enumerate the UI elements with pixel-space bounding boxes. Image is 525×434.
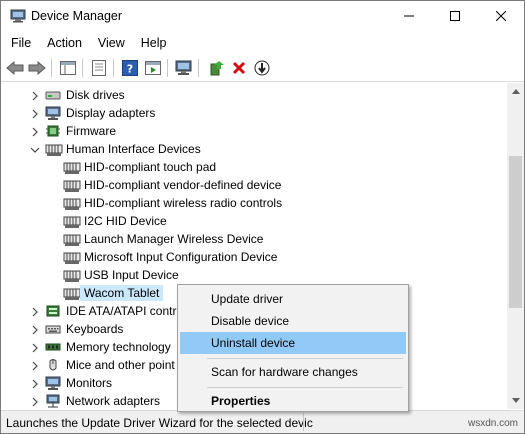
chevron-right-icon[interactable]	[30, 342, 40, 353]
scroll-down-icon[interactable]	[507, 392, 524, 409]
chevron-right-icon[interactable]	[30, 378, 40, 389]
ctx-properties[interactable]: Properties	[180, 390, 406, 412]
hid-icon	[45, 141, 63, 157]
tree-item-display-adapters[interactable]: Display adapters	[1, 104, 507, 122]
hid-icon	[63, 285, 81, 301]
action-pane-icon[interactable]	[143, 58, 163, 78]
hid-icon	[63, 231, 81, 247]
tree-item-label: HID-compliant touch pad	[84, 160, 217, 174]
menu-file[interactable]: File	[1, 33, 39, 53]
vertical-scrollbar[interactable]	[507, 83, 524, 409]
chevron-right-icon[interactable]	[30, 126, 40, 137]
device-manager-app-icon	[10, 9, 26, 23]
hid-icon	[63, 195, 81, 211]
monitor-icon	[45, 105, 61, 121]
tree-item-usb-input-device[interactable]: USB Input Device	[1, 266, 507, 284]
chevron-right-icon[interactable]	[30, 108, 40, 119]
help-icon[interactable]: ?	[120, 58, 140, 78]
tree-item-label: Human Interface Devices	[66, 142, 201, 156]
tree-item-label: Network adapters	[66, 394, 161, 408]
disk-icon	[45, 87, 61, 103]
forward-icon[interactable]	[27, 58, 47, 78]
status-bar: Launches the Update Driver Wizard for th…	[1, 410, 524, 433]
chevron-right-icon[interactable]	[30, 306, 40, 317]
monitor-icon	[45, 375, 61, 391]
back-icon[interactable]	[5, 58, 25, 78]
scrollbar-thumb[interactable]	[509, 156, 522, 308]
tree-item-label: Wacom Tablet	[80, 285, 164, 301]
title-bar[interactable]: Device Manager	[1, 1, 524, 31]
network-icon	[45, 393, 61, 409]
context-menu: Update driver Disable device Uninstall d…	[177, 284, 409, 412]
svg-text:?: ?	[127, 63, 133, 76]
tree-item-hid-compliant-wireless-radio-controls[interactable]: HID-compliant wireless radio controls	[1, 194, 507, 212]
tree-item-label: Mice and other point	[66, 358, 175, 372]
tree-item-hid-compliant-touch-pad[interactable]: HID-compliant touch pad	[1, 158, 507, 176]
chevron-right-icon[interactable]	[30, 396, 40, 407]
tree-item-hid-compliant-vendor-defined-device[interactable]: HID-compliant vendor-defined device	[1, 176, 507, 194]
show-hide-console-tree-icon[interactable]	[58, 58, 78, 78]
ide-icon	[45, 303, 61, 319]
tree-item-label: Disk drives	[66, 88, 125, 102]
ctx-update-driver[interactable]: Update driver	[180, 288, 406, 310]
menu-view[interactable]: View	[90, 33, 133, 53]
update-driver-icon[interactable]	[207, 58, 227, 78]
uninstall-icon[interactable]	[229, 58, 249, 78]
tree-item-label: IDE ATA/ATAPI contro	[66, 304, 184, 318]
chevron-down-icon[interactable]	[30, 144, 40, 154]
tree-item-label: HID-compliant wireless radio controls	[84, 196, 283, 210]
window-title: Device Manager	[31, 9, 123, 23]
chip-icon	[45, 123, 61, 139]
tree-item-firmware[interactable]: Firmware	[1, 122, 507, 140]
scroll-up-icon[interactable]	[507, 83, 524, 100]
properties-sheet-icon[interactable]	[89, 58, 109, 78]
tree-item-i2c-hid-device[interactable]: I2C HID Device	[1, 212, 507, 230]
hid-icon	[63, 249, 81, 265]
tree-item-label: Monitors	[66, 376, 113, 390]
menu-help[interactable]: Help	[133, 33, 175, 53]
chevron-right-icon[interactable]	[30, 324, 40, 335]
disable-device-icon[interactable]	[252, 58, 272, 78]
tree-item-label: USB Input Device	[84, 268, 179, 282]
minimize-button[interactable]	[386, 1, 432, 31]
hid-icon	[63, 267, 81, 283]
tree-item-label: Microsoft Input Configuration Device	[84, 250, 278, 264]
keyboard-icon	[45, 321, 61, 337]
close-button[interactable]	[478, 1, 524, 31]
tree-item-label: Memory technology	[66, 340, 171, 354]
tree-item-label: HID-compliant vendor-defined device	[84, 178, 282, 192]
tree-item-label: Launch Manager Wireless Device	[84, 232, 264, 246]
mouse-icon	[45, 357, 61, 373]
scan-hardware-icon[interactable]	[174, 58, 194, 78]
tree-item-label: Firmware	[66, 124, 116, 138]
maximize-button[interactable]	[432, 1, 478, 31]
hid-icon	[63, 213, 81, 229]
tree-item-launch-manager-wireless-device[interactable]: Launch Manager Wireless Device	[1, 230, 507, 248]
menu-action[interactable]: Action	[39, 33, 90, 53]
hid-icon	[63, 177, 81, 193]
tree-item-label: I2C HID Device	[84, 214, 167, 228]
menu-bar: File Action View Help	[1, 32, 524, 54]
status-text: Launches the Update Driver Wizard for th…	[6, 416, 313, 430]
memory-icon	[45, 339, 61, 355]
ctx-scan-hardware-changes[interactable]: Scan for hardware changes	[180, 361, 406, 383]
tree-item-human-interface-devices[interactable]: Human Interface Devices	[1, 140, 507, 158]
tree-item-label: Display adapters	[66, 106, 156, 120]
toolbar: ?	[1, 54, 524, 82]
ctx-disable-device[interactable]: Disable device	[180, 310, 406, 332]
tree-item-label: Keyboards	[66, 322, 124, 336]
hid-icon	[63, 159, 81, 175]
chevron-right-icon[interactable]	[30, 360, 40, 371]
tree-item-microsoft-input-configuration-device[interactable]: Microsoft Input Configuration Device	[1, 248, 507, 266]
watermark: wsxdn.com	[468, 418, 519, 429]
tree-item-disk-drives[interactable]: Disk drives	[1, 86, 507, 104]
ctx-uninstall-device[interactable]: Uninstall device	[180, 332, 406, 354]
chevron-right-icon[interactable]	[30, 90, 40, 101]
